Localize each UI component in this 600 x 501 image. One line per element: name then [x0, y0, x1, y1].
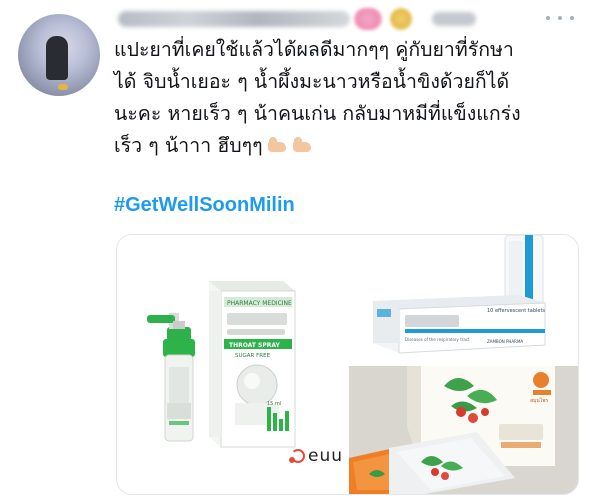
herbal-sachet-product-image[interactable]: สมุนไพร	[349, 366, 578, 494]
flexed-biceps-icon	[291, 136, 313, 154]
tweet-text-line: เร็ว ๆ น้าาา ฮึบๆๆ	[114, 130, 584, 162]
tablet-maker: ZAMBON PHARMA	[487, 339, 523, 344]
avatar-detail	[58, 84, 68, 90]
tweet-text-line-end: เร็ว ๆ น้าาา ฮึบๆๆ	[114, 134, 263, 157]
watermark-text: euu	[308, 446, 344, 466]
effervescent-illustration: 10 effervescent tablets Diseases of the …	[373, 235, 546, 354]
more-dot	[546, 16, 550, 20]
face-emoji-icon	[390, 8, 412, 30]
user-avatar[interactable]	[18, 14, 100, 96]
more-dot	[570, 16, 574, 20]
pink-heart-emoji-icon	[354, 8, 382, 30]
tablet-note: Diseases of the respiratory tract	[405, 337, 470, 342]
tweet-text-line: ได้ จิบน้ำเยอะ ๆ น้ำผึ้งมะนาวหรือน้ำขิงด…	[114, 70, 510, 93]
spray-box-label: PHARMACY MEDICINE	[227, 300, 292, 307]
herbal-sachet-illustration: สมุนไพร	[349, 366, 578, 494]
effervescent-tablet-product-image[interactable]: 10 effervescent tablets Diseases of the …	[349, 235, 578, 364]
blurred-username[interactable]	[118, 11, 350, 27]
flexed-biceps-icon	[266, 136, 288, 154]
image-watermark: euu	[289, 446, 343, 466]
spray-box-sub: THROAT SPRAY	[229, 342, 280, 349]
more-options-button[interactable]	[546, 8, 574, 28]
spray-box-sugar: SUGAR FREE	[235, 353, 271, 359]
throat-spray-product-image[interactable]: PHARMACY MEDICINE THROAT SPRAY SUGAR FRE…	[117, 235, 346, 494]
media-grid: PHARMACY MEDICINE THROAT SPRAY SUGAR FRE…	[116, 234, 579, 495]
tweet-header	[118, 6, 588, 32]
blurred-timestamp[interactable]	[432, 12, 476, 26]
sachet-brand: สมุนไพร	[530, 397, 549, 404]
tweet-text-line: นะคะ หายเร็ว ๆ น้าคนเก่น กลับมาหมีที่แข็…	[114, 102, 521, 125]
hashtag-link[interactable]: #GetWellSoonMilin	[114, 194, 295, 217]
tweet-text-line: แปะยาที่เคยใช้แล้วได้ผลดีมากๆๆ คู่กับยาท…	[114, 38, 514, 61]
more-dot	[558, 16, 562, 20]
avatar-figure	[46, 36, 68, 80]
spray-volume: 15 ml	[267, 401, 281, 407]
tweet-text: แปะยาที่เคยใช้แล้วได้ผลดีมากๆๆ คู่กับยาท…	[114, 34, 584, 162]
tablet-count: 10 effervescent tablets	[487, 308, 545, 314]
watermark-logo-icon	[289, 448, 305, 464]
